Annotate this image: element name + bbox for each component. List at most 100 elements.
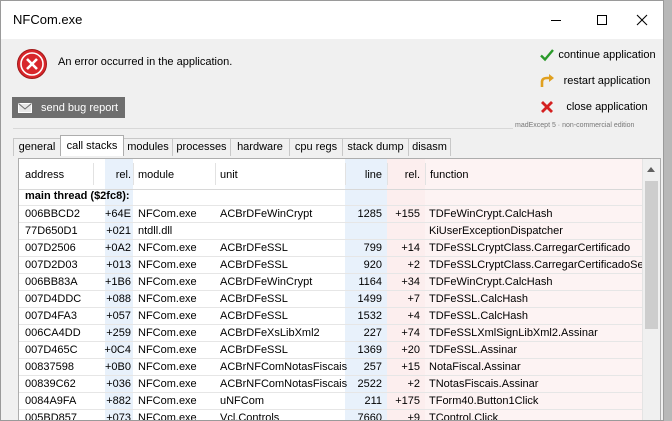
cell-rel2: +15	[401, 361, 420, 373]
cell-rel1: +64E	[105, 208, 131, 220]
cell-rel2: +14	[401, 242, 420, 254]
header-address[interactable]: address	[25, 169, 64, 181]
cell-line: 2522	[357, 378, 382, 390]
table-row[interactable]: 007D465C +0C4 NFCom.exe ACBrDFeSSL 1369 +20 TD…	[19, 341, 644, 358]
close-icon	[636, 14, 648, 26]
tab-modules[interactable]: modules	[123, 138, 173, 156]
cell-address: 007D465C	[25, 344, 78, 356]
table-row[interactable]: 006BB83A +1B6 NFCom.exe ACBrDFeWinCrypt 1164…	[19, 273, 644, 290]
tab-cpu-regs[interactable]: cpu regs	[289, 138, 343, 156]
restart-arrow-icon	[540, 74, 554, 87]
close-application-button[interactable]: close application	[535, 96, 663, 118]
divider	[13, 128, 513, 129]
cell-function: TControl.Click	[429, 412, 499, 421]
cell-function: TDFeSSL.CalcHash	[429, 293, 529, 305]
cell-rel1: +036	[106, 378, 131, 390]
tab-call-stacks[interactable]: call stacks	[60, 135, 124, 156]
table-row[interactable]: 007D2506 +0A2 NFCom.exe ACBrDFeSSL 799 +14 TDF…	[19, 239, 644, 256]
edition-text: madExcept 5 · non-commercial edition	[515, 122, 635, 129]
cell-address: 007D2D03	[25, 259, 78, 271]
table-row[interactable]: 0084A9FA +882 NFCom.exe uNFCom 211 +175 TForm4…	[19, 392, 644, 409]
title-bar: NFCom.exe	[1, 1, 663, 39]
cell-function: TDFeSSL.Assinar	[429, 344, 518, 356]
cell-function: TDFeWinCrypt.CalcHash	[429, 276, 553, 288]
cell-rel1: +1B6	[105, 276, 131, 288]
tab-hardware[interactable]: hardware	[230, 138, 290, 156]
scrollbar-thumb[interactable]	[645, 181, 658, 329]
cell-function: TDFeSSL.CalcHash	[429, 310, 529, 322]
header-function[interactable]: function	[430, 169, 469, 181]
table-row[interactable]: 77D650D1 +021 ntdll.dll KiUserExceptionDisp…	[19, 222, 644, 239]
cell-address: 007D2506	[25, 242, 76, 254]
close-window-button[interactable]	[619, 1, 663, 39]
continue-application-button[interactable]: continue application	[535, 44, 663, 66]
cell-unit: ACBrDFeSSL	[220, 259, 288, 271]
check-icon	[540, 49, 554, 62]
error-message: An error occurred in the application.	[58, 56, 233, 68]
cell-rel1: +882	[106, 395, 131, 407]
header-module[interactable]: module	[138, 169, 174, 181]
cell-rel2: +9	[407, 412, 420, 421]
cell-rel1: +021	[106, 225, 131, 237]
cell-function: TDFeSSLCryptClass.CarregarCertificadoSeN…	[429, 259, 658, 271]
cell-line: 1369	[357, 344, 382, 356]
error-circle-icon	[16, 48, 48, 83]
table-row[interactable]: 007D2D03 +013 NFCom.exe ACBrDFeSSL 920 +2 TDFe…	[19, 256, 658, 273]
cell-address: 00837598	[25, 361, 74, 373]
table-row[interactable]: 00837598 +0B0 NFCom.exe ACBrNFComNotasFisca…	[19, 358, 644, 375]
table-row[interactable]: 00839C62 +036 NFCom.exe ACBrNFComNotasFisca…	[19, 375, 644, 392]
cell-rel1: +0A2	[105, 242, 131, 254]
scroll-up-arrow-icon[interactable]	[647, 167, 655, 172]
send-bug-report-button[interactable]: send bug report	[12, 97, 125, 118]
table-row[interactable]: 006CA4DD +259 NFCom.exe ACBrDFeXsLibXml2 227…	[19, 324, 644, 341]
cell-line: 1532	[357, 310, 382, 322]
header-unit[interactable]: unit	[220, 169, 238, 181]
cell-rel2: +20	[401, 344, 420, 356]
cell-function: TNotasFiscais.Assinar	[429, 378, 539, 390]
cell-module: NFCom.exe	[138, 412, 197, 421]
table-row[interactable]: 006BBCD2 +64E NFCom.exe ACBrDFeWinCrypt 1285…	[19, 205, 644, 222]
cell-module: NFCom.exe	[138, 327, 197, 339]
cell-rel1: +0B0	[105, 361, 131, 373]
cell-rel2: +74	[401, 327, 420, 339]
cell-module: NFCom.exe	[138, 344, 197, 356]
header-rel[interactable]: rel.	[103, 169, 131, 181]
tab-general[interactable]: general	[13, 138, 61, 156]
cell-line: 1285	[357, 208, 382, 220]
tab-processes[interactable]: processes	[172, 138, 231, 156]
tab-stack-dump[interactable]: stack dump	[342, 138, 409, 156]
cell-module: NFCom.exe	[138, 276, 197, 288]
cell-rel2: +155	[395, 208, 420, 220]
header-rel2[interactable]: rel.	[387, 169, 420, 181]
cell-rel2: +4	[407, 310, 420, 322]
table-row[interactable]: 007D4DDC +088 NFCom.exe ACBrDFeSSL 1499 +7 TDF…	[19, 290, 644, 307]
column-separator	[133, 163, 134, 185]
header-line[interactable]: line	[345, 169, 382, 181]
table-row[interactable]: 007D4FA3 +057 NFCom.exe ACBrDFeSSL 1532 +4 TDF…	[19, 307, 644, 324]
table-row[interactable]: 005BD857 +073 NFCom.exe Vcl.Controls 7660 +9 T…	[19, 409, 644, 421]
cell-module: NFCom.exe	[138, 208, 197, 220]
tab-disasm[interactable]: disasm	[408, 138, 451, 156]
cell-address: 006BB83A	[25, 276, 78, 288]
call-stack-grid[interactable]: address rel. module unit line rel. funct…	[18, 158, 661, 421]
cell-module: NFCom.exe	[138, 361, 197, 373]
cell-address: 006BBCD2	[25, 208, 81, 220]
cell-address: 005BD857	[25, 412, 77, 421]
vertical-scrollbar[interactable]	[642, 159, 660, 420]
cell-unit: ACBrDFeSSL	[220, 344, 288, 356]
cell-function: KiUserExceptionDispatcher	[429, 225, 563, 237]
red-x-icon	[541, 101, 553, 113]
cell-function: TDFeWinCrypt.CalcHash	[429, 208, 553, 220]
cell-module: NFCom.exe	[138, 378, 197, 390]
cell-line: 7660	[357, 412, 382, 421]
cell-address: 0084A9FA	[25, 395, 77, 407]
cell-module: NFCom.exe	[138, 293, 197, 305]
cell-unit: Vcl.Controls	[220, 412, 280, 421]
minimize-button[interactable]	[533, 1, 579, 39]
cell-rel1: +259	[106, 327, 131, 339]
cell-address: 007D4FA3	[25, 310, 77, 322]
restart-application-button[interactable]: restart application	[535, 70, 663, 92]
cell-unit: ACBrDFeWinCrypt	[220, 276, 313, 288]
cell-function: TDFeSSLCryptClass.CarregarCertificado	[429, 242, 631, 254]
cell-unit: ACBrNFComNotasFiscais	[220, 361, 348, 373]
